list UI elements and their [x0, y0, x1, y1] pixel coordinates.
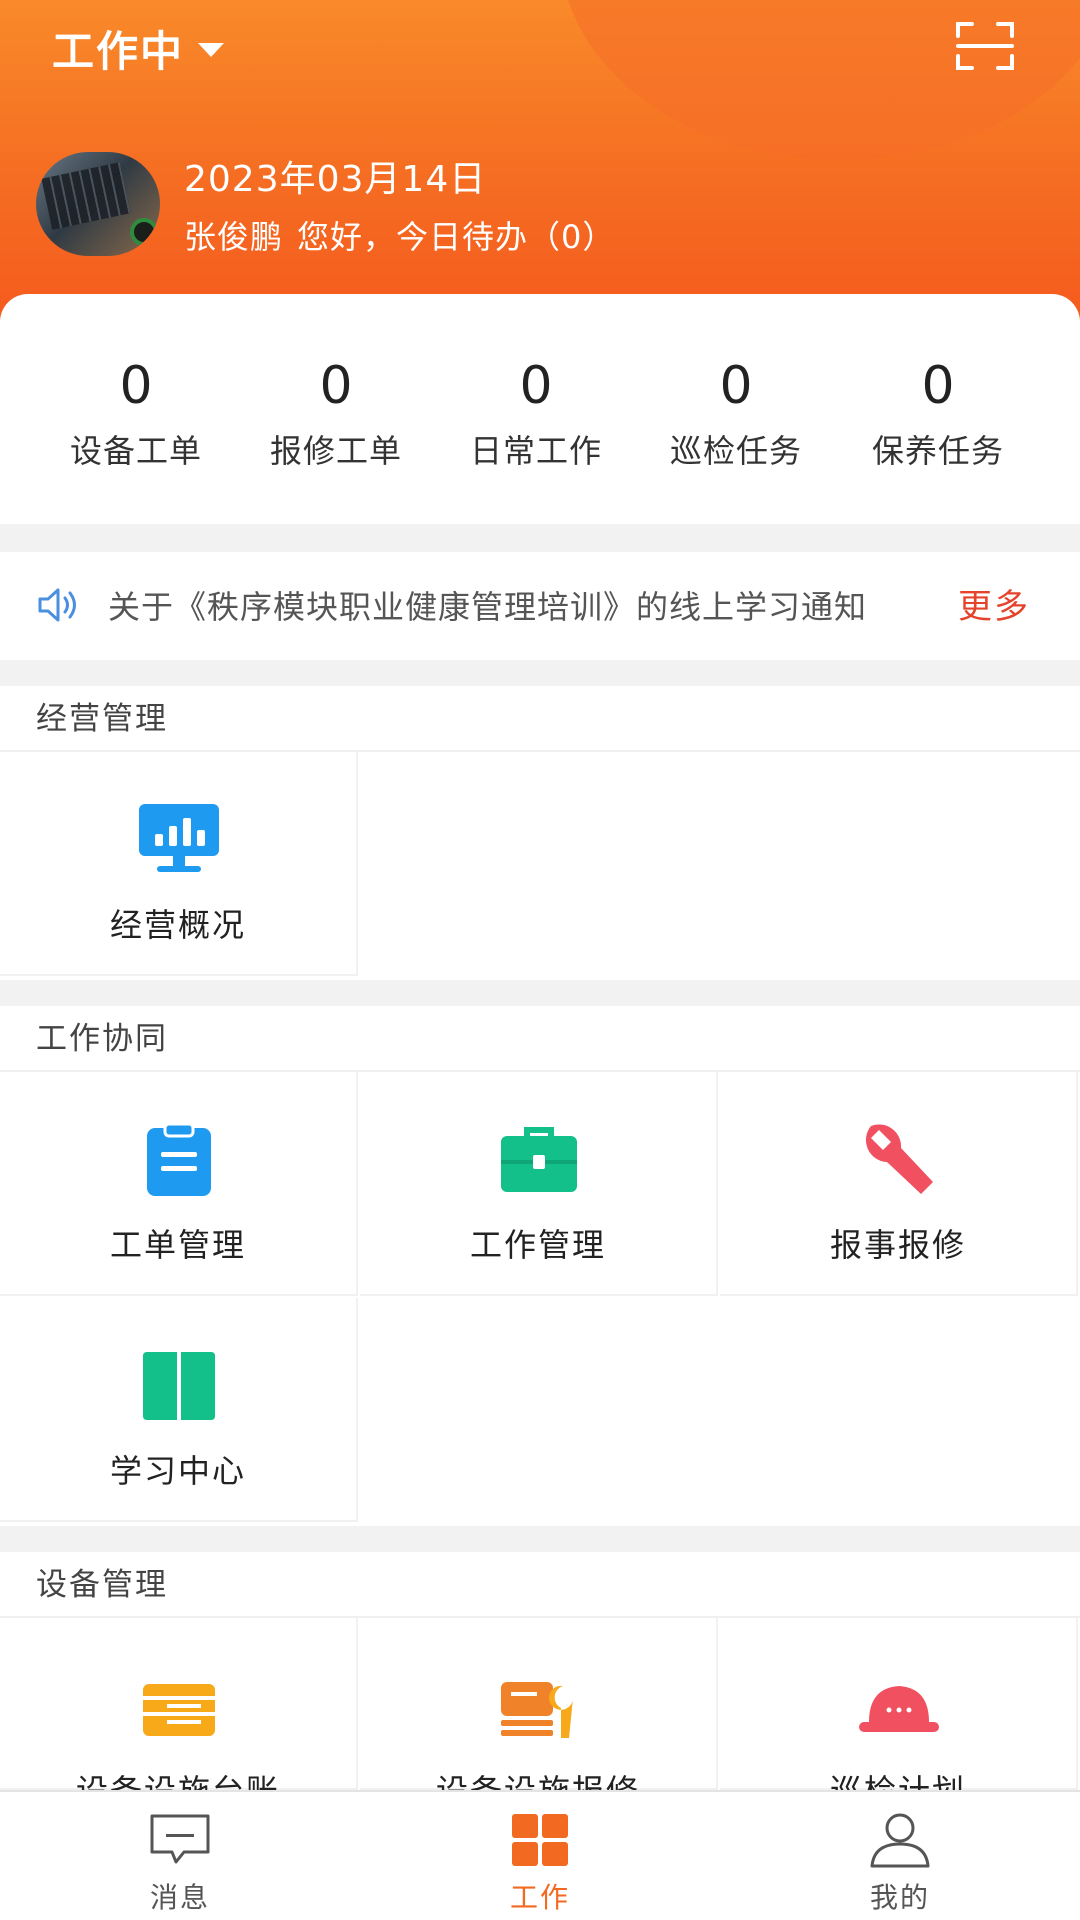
notice-text[interactable]: 关于《秩序模块职业健康管理培训》的线上学习通知 — [108, 582, 928, 632]
stat-label: 报修工单 — [269, 432, 402, 470]
work-status-dropdown[interactable]: 工作中 — [52, 18, 225, 78]
monitor-chart-icon — [139, 804, 219, 872]
nav-label: 我的 — [869, 1881, 930, 1914]
stats-card: 0 设备工单 0 报修工单 0 日常工作 0 巡检任务 0 保养任务 — [0, 294, 1080, 524]
tile-label: 报事报修 — [829, 1226, 966, 1264]
tile-label: 工作管理 — [469, 1226, 606, 1264]
helmet-icon — [859, 1686, 939, 1732]
tile-work-order-management[interactable]: 工单管理 — [0, 1072, 358, 1296]
stat-value: 0 — [119, 356, 153, 416]
tile-learning-center[interactable]: 学习中心 — [0, 1298, 358, 1522]
tile-equipment-ledger[interactable]: 设备设施台账 — [0, 1618, 358, 1810]
notice-bar[interactable]: 关于《秩序模块职业健康管理培训》的线上学习通知 更多 — [0, 552, 1080, 660]
grid-icon — [512, 1814, 568, 1866]
tile-label: 经营概况 — [109, 906, 246, 944]
stat-equipment-orders[interactable]: 0 设备工单 — [36, 294, 236, 524]
tile-business-overview[interactable]: 经营概况 — [0, 752, 358, 976]
stat-label: 设备工单 — [69, 432, 202, 470]
nav-messages[interactable]: 消息 — [0, 1792, 360, 1920]
stat-maintenance-tasks[interactable]: 0 保养任务 — [838, 294, 1038, 524]
todo-greeting: 您好，今日待办（0） — [297, 218, 616, 256]
section-title: 经营管理 — [0, 686, 1080, 752]
tile-label: 学习中心 — [109, 1452, 246, 1490]
nav-mine[interactable]: 我的 — [720, 1792, 1080, 1920]
section-business-management: 经营管理 经营概况 — [0, 686, 1080, 980]
nav-label: 消息 — [149, 1881, 210, 1914]
briefcase-icon — [501, 1127, 577, 1192]
bottom-navigation: 消息 工作 我的 — [0, 1790, 1080, 1920]
nav-label: 工作 — [509, 1881, 570, 1914]
section-title: 设备管理 — [0, 1552, 1080, 1618]
person-icon — [870, 1813, 930, 1868]
tile-work-management[interactable]: 工作管理 — [360, 1072, 718, 1296]
scan-button[interactable] — [954, 18, 1016, 74]
stat-value: 0 — [719, 356, 753, 416]
stat-value: 0 — [319, 356, 353, 416]
current-date: 2023年03月14日 — [184, 159, 487, 200]
stat-label: 日常工作 — [469, 432, 602, 470]
stat-daily-work[interactable]: 0 日常工作 — [436, 294, 636, 524]
caret-down-icon — [198, 43, 225, 57]
message-icon — [150, 1814, 210, 1864]
clipboard-icon — [147, 1122, 211, 1196]
wrench-icon — [865, 1124, 933, 1194]
ledger-icon — [143, 1684, 215, 1736]
stat-inspection-tasks[interactable]: 0 巡检任务 — [636, 294, 836, 524]
scan-icon — [956, 22, 1014, 70]
nav-work[interactable]: 工作 — [360, 1792, 720, 1920]
stat-value: 0 — [519, 356, 553, 416]
section-title: 工作协同 — [0, 1006, 1080, 1072]
header: 工作中 2023年03月14日 张俊鹏 您好，今日待办（0） — [0, 0, 1080, 320]
work-status-label: 工作中 — [52, 26, 185, 76]
tile-inspection-plan[interactable]: 巡检计划 — [720, 1618, 1078, 1810]
stat-value: 0 — [921, 356, 955, 416]
equipment-repair-icon — [501, 1682, 573, 1738]
stat-label: 巡检任务 — [669, 432, 802, 470]
section-equipment-management: 设备管理 设备设施台账 设备设施报修 — [0, 1552, 1080, 1810]
stat-label: 保养任务 — [871, 432, 1004, 470]
speaker-icon — [38, 588, 76, 622]
section-work-collaboration: 工作协同 工单管理 工作管理 报事报修 学习中心 — [0, 1006, 1080, 1526]
tile-report-repair[interactable]: 报事报修 — [720, 1072, 1078, 1296]
notice-more-link[interactable]: 更多 — [958, 582, 1030, 632]
user-name: 张俊鹏 — [184, 218, 284, 256]
avatar[interactable] — [36, 152, 160, 256]
book-icon — [143, 1352, 215, 1420]
stat-repair-orders[interactable]: 0 报修工单 — [236, 294, 436, 524]
tile-label: 工单管理 — [109, 1226, 246, 1264]
tile-equipment-repair[interactable]: 设备设施报修 — [360, 1618, 718, 1810]
greeting-line: 张俊鹏 您好，今日待办（0） — [184, 212, 615, 258]
